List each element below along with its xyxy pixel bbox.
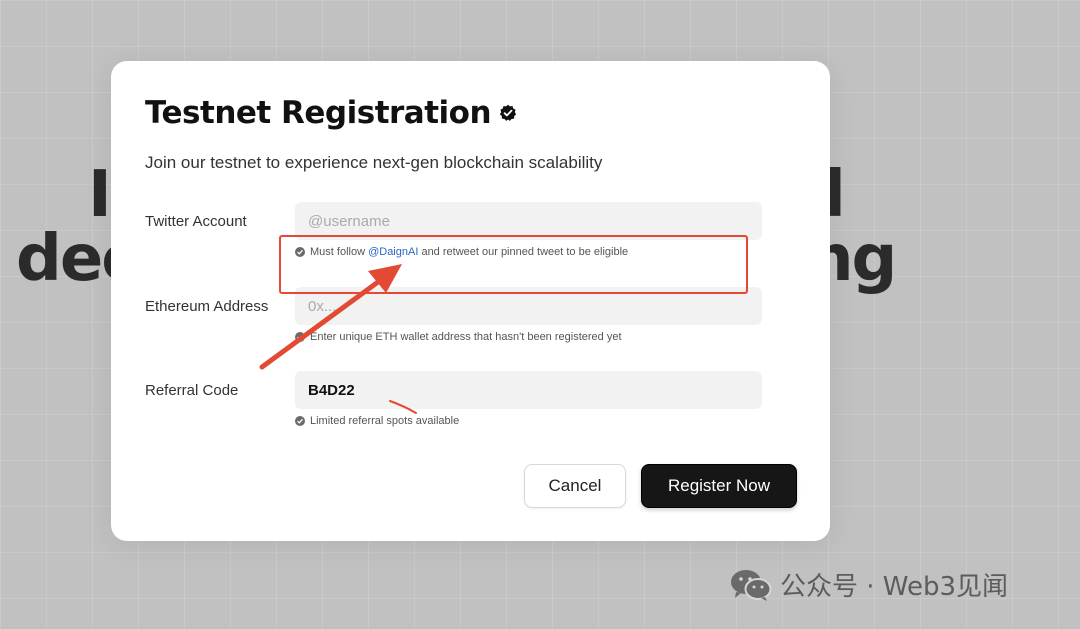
watermark: 公众号 · Web3见闻 (730, 566, 1008, 603)
watermark-text: 公众号 · Web3见闻 (780, 572, 1009, 602)
annotation-underline-mark (389, 400, 417, 414)
annotation-arrows (259, 264, 417, 414)
wechat-icon (731, 569, 772, 601)
annotation-arrow-shaft (259, 279, 381, 370)
